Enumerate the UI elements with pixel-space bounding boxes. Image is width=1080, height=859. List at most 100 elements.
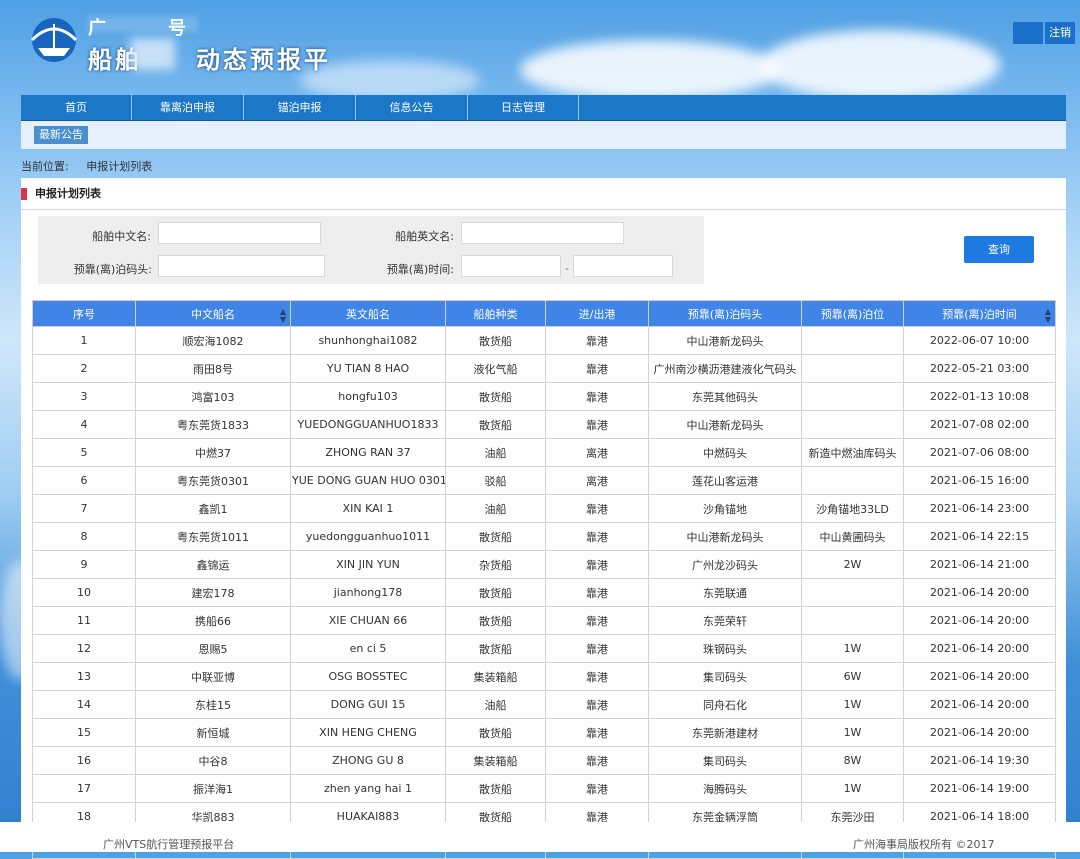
sub-bar: 最新公告 bbox=[21, 121, 1066, 149]
cell-berth: 广州南沙横沥港建液化气码头 bbox=[648, 354, 802, 383]
cell-berth: 东莞其他码头 bbox=[648, 382, 802, 411]
user-button[interactable] bbox=[1013, 22, 1043, 44]
cell-cn-name: 振洋海1 bbox=[135, 774, 291, 803]
table-row[interactable]: 2 雨田8号 YU TIAN 8 HAO 液化气船 靠港 广州南沙横沥港建液化气码头 202… bbox=[32, 354, 1056, 383]
cell-cn-name: 粤东莞货1011 bbox=[135, 522, 291, 551]
cell-ship-type: 散货船 bbox=[445, 634, 546, 663]
cell-berth: 东莞荣轩 bbox=[648, 606, 802, 635]
cell-index: 12 bbox=[32, 634, 136, 663]
cell-berth: 珠钢码头 bbox=[648, 634, 802, 663]
table-row[interactable]: 13 中联亚博 OSG BOSSTEC 集装箱船 靠港 集司码头 6W 2021-06-14 … bbox=[32, 662, 1056, 691]
cell-time: 2021-06-14 23:00 bbox=[903, 494, 1056, 523]
cell-en-name: hongfu103 bbox=[290, 382, 446, 411]
latest-notice-button[interactable]: 最新公告 bbox=[34, 126, 88, 144]
cell-direction: 靠港 bbox=[545, 634, 649, 663]
cell-ship-type: 散货船 bbox=[445, 382, 546, 411]
table-row[interactable]: 5 中燃37 ZHONG RAN 37 油船 离港 中燃码头 新造中燃油库码头 2021-07… bbox=[32, 438, 1056, 467]
nav-item-anchor-report[interactable]: 锚泊申报 bbox=[244, 95, 356, 120]
table-row[interactable]: 1 顺宏海1082 shunhonghai1082 散货船 靠港 中山港新龙码头 2022-… bbox=[32, 326, 1056, 355]
cell-en-name: XIN HENG CHENG bbox=[290, 718, 446, 747]
table-row[interactable]: 12 恩赐5 en ci 5 散货船 靠港 珠钢码头 1W 2021-06-14 20:00 bbox=[32, 634, 1056, 663]
cell-index: 7 bbox=[32, 494, 136, 523]
table-row[interactable]: 3 鸿富103 hongfu103 散货船 靠港 东莞其他码头 2022-01-13 10:… bbox=[32, 382, 1056, 411]
nav-item-announcements[interactable]: 信息公告 bbox=[356, 95, 468, 120]
col-header-berth: 预靠(离)泊码头 bbox=[648, 300, 802, 327]
nav-item-log-management[interactable]: 日志管理 bbox=[468, 95, 579, 120]
cell-berth-position: 2W bbox=[801, 550, 904, 579]
cell-direction: 靠港 bbox=[545, 382, 649, 411]
panel-title: 申报计划列表 bbox=[21, 186, 101, 202]
cell-ship-type: 驳船 bbox=[445, 466, 546, 495]
table-row[interactable]: 8 粤东莞货1011 yuedongguanhuo1011 散货船 靠港 中山港新龙码头中… bbox=[32, 522, 1056, 551]
nav-item-berth-report[interactable]: 靠离泊申报 bbox=[132, 95, 244, 120]
cell-index: 9 bbox=[32, 550, 136, 579]
cell-direction: 靠港 bbox=[545, 550, 649, 579]
col-header-time[interactable]: 预靠(离)泊时间 ▲ ▼ bbox=[903, 300, 1056, 327]
col-header-ship-type: 船舶种类 bbox=[445, 300, 546, 327]
table-row[interactable]: 4 粤东莞货1833 YUEDONGGUANHUO1833 散货船 靠港 中山港新龙码头 2… bbox=[32, 410, 1056, 439]
cell-time: 2021-06-14 20:00 bbox=[903, 606, 1056, 635]
cell-en-name: jianhong178 bbox=[290, 578, 446, 607]
ship-en-input[interactable] bbox=[461, 222, 624, 244]
cell-direction: 靠港 bbox=[545, 494, 649, 523]
time-end-input[interactable] bbox=[573, 255, 673, 277]
sort-arrows-icon[interactable]: ▲ ▼ bbox=[1045, 308, 1051, 324]
ship-cn-input[interactable] bbox=[158, 222, 321, 244]
table-row[interactable]: 7 鑫凯1 XIN KAI 1 油船 靠港 沙角锚地 沙角锚地33LD 2021-06-14 … bbox=[32, 494, 1056, 523]
sort-arrows-icon[interactable]: ▲ ▼ bbox=[280, 308, 286, 324]
cell-direction: 靠港 bbox=[545, 410, 649, 439]
cell-en-name: shunhonghai1082 bbox=[290, 326, 446, 355]
table-row[interactable]: 17 振洋海1 zhen yang hai 1 散货船 靠港 海腾码头 1W 2021-06-… bbox=[32, 774, 1056, 803]
nav-item-home[interactable]: 首页 bbox=[21, 95, 132, 120]
cell-ship-type: 液化气船 bbox=[445, 354, 546, 383]
cell-berth-position: 1W bbox=[801, 774, 904, 803]
cell-index: 1 bbox=[32, 326, 136, 355]
cell-ship-type: 散货船 bbox=[445, 606, 546, 635]
table-row[interactable]: 9 鑫锦运 XIN JIN YUN 杂货船 靠港 广州龙沙码头 2W 2021-06-14 2… bbox=[32, 550, 1056, 579]
breadcrumb-prefix: 当前位置: bbox=[21, 160, 69, 173]
table-row[interactable]: 15 新恒城 XIN HENG CHENG 散货船 靠港 东莞新港建材 1W 2021-06-… bbox=[32, 718, 1056, 747]
berth-input[interactable] bbox=[158, 255, 325, 277]
col-header-cn-name[interactable]: 中文船名 ▲ ▼ bbox=[135, 300, 291, 327]
ship-cn-label: 船舶中文名: bbox=[92, 230, 151, 243]
cell-en-name: YUE DONG GUAN HUO 0301 bbox=[290, 466, 446, 495]
col-header-en-name: 英文船名 bbox=[290, 300, 446, 327]
table-row[interactable]: 6 粤东莞货0301 YUE DONG GUAN HUO 0301 驳船 离港 莲花山客运… bbox=[32, 466, 1056, 495]
cell-cn-name: 东桂15 bbox=[135, 690, 291, 719]
table-row[interactable]: 16 中谷8 ZHONG GU 8 集装箱船 靠港 集司码头 8W 2021-06-14 19… bbox=[32, 746, 1056, 775]
table-row[interactable]: 10 建宏178 jianhong178 散货船 靠港 东莞联通 2021-06-14 20… bbox=[32, 578, 1056, 607]
cell-direction: 靠港 bbox=[545, 606, 649, 635]
cell-en-name: XIE CHUAN 66 bbox=[290, 606, 446, 635]
col-header-index: 序号 bbox=[32, 300, 136, 327]
cell-direction: 靠港 bbox=[545, 354, 649, 383]
time-start-input[interactable] bbox=[461, 255, 561, 277]
site-title-line1: 广 号 bbox=[88, 18, 188, 39]
cell-berth: 东莞联通 bbox=[648, 578, 802, 607]
cell-berth-position: 1W bbox=[801, 718, 904, 747]
table-row[interactable]: 14 东桂15 DONG GUI 15 油船 靠港 同舟石化 1W 2021-06-14 20… bbox=[32, 690, 1056, 719]
cell-time: 2021-07-08 02:00 bbox=[903, 410, 1056, 439]
cell-en-name: zhen yang hai 1 bbox=[290, 774, 446, 803]
cell-en-name: ZHONG GU 8 bbox=[290, 746, 446, 775]
cell-en-name: DONG GUI 15 bbox=[290, 690, 446, 719]
table-row[interactable]: 11 携船66 XIE CHUAN 66 散货船 靠港 东莞荣轩 2021-06-14 20… bbox=[32, 606, 1056, 635]
cell-index: 16 bbox=[32, 746, 136, 775]
cell-direction: 靠港 bbox=[545, 690, 649, 719]
breadcrumb: 当前位置: 申报计划列表 bbox=[21, 158, 152, 174]
logout-button[interactable]: 注销 bbox=[1045, 22, 1075, 44]
query-button[interactable]: 查询 bbox=[964, 236, 1034, 263]
berth-label: 预靠(离)泊码头: bbox=[73, 263, 152, 276]
cell-ship-type: 杂货船 bbox=[445, 550, 546, 579]
cell-direction: 靠港 bbox=[545, 718, 649, 747]
ship-en-label: 船舶英文名: bbox=[395, 230, 454, 243]
cell-berth-position: 6W bbox=[801, 662, 904, 691]
cell-cn-name: 鑫锦运 bbox=[135, 550, 291, 579]
cell-cn-name: 中联亚博 bbox=[135, 662, 291, 691]
cell-ship-type: 集装箱船 bbox=[445, 662, 546, 691]
cell-time: 2022-05-21 03:00 bbox=[903, 354, 1056, 383]
cell-cn-name: 顺宏海1082 bbox=[135, 326, 291, 355]
cell-ship-type: 散货船 bbox=[445, 522, 546, 551]
cell-berth: 沙角锚地 bbox=[648, 494, 802, 523]
cell-berth-position bbox=[801, 578, 904, 607]
col-header-direction: 进/出港 bbox=[545, 300, 649, 327]
